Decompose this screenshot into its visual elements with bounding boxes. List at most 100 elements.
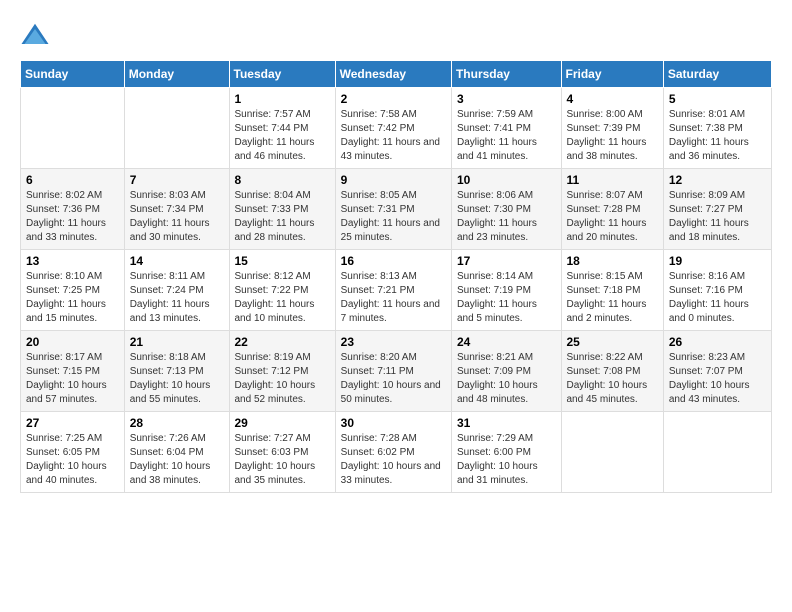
calendar-cell: 10 Sunrise: 8:06 AMSunset: 7:30 PMDaylig… — [451, 169, 561, 250]
calendar-cell — [561, 412, 663, 493]
calendar-cell: 21 Sunrise: 8:18 AMSunset: 7:13 PMDaylig… — [124, 331, 229, 412]
day-info: Sunrise: 8:04 AMSunset: 7:33 PMDaylight:… — [235, 189, 330, 245]
day-info: Sunrise: 7:25 AMSunset: 6:05 PMDaylight:… — [26, 432, 119, 488]
day-info: Sunrise: 8:09 AMSunset: 7:27 PMDaylight:… — [669, 189, 766, 245]
calendar-cell — [21, 88, 125, 169]
day-info: Sunrise: 8:05 AMSunset: 7:31 PMDaylight:… — [341, 189, 446, 245]
day-number: 29 — [235, 416, 330, 430]
calendar-week-row: 13 Sunrise: 8:10 AMSunset: 7:25 PMDaylig… — [21, 250, 772, 331]
day-number: 9 — [341, 173, 446, 187]
day-info: Sunrise: 8:11 AMSunset: 7:24 PMDaylight:… — [130, 270, 224, 326]
day-number: 12 — [669, 173, 766, 187]
day-info: Sunrise: 8:17 AMSunset: 7:15 PMDaylight:… — [26, 351, 119, 407]
day-number: 16 — [341, 254, 446, 268]
day-number: 3 — [457, 92, 556, 106]
day-info: Sunrise: 8:21 AMSunset: 7:09 PMDaylight:… — [457, 351, 556, 407]
day-info: Sunrise: 8:18 AMSunset: 7:13 PMDaylight:… — [130, 351, 224, 407]
day-number: 4 — [567, 92, 658, 106]
calendar-cell: 19 Sunrise: 8:16 AMSunset: 7:16 PMDaylig… — [663, 250, 771, 331]
day-number: 17 — [457, 254, 556, 268]
day-info: Sunrise: 8:10 AMSunset: 7:25 PMDaylight:… — [26, 270, 119, 326]
calendar-cell: 29 Sunrise: 7:27 AMSunset: 6:03 PMDaylig… — [229, 412, 335, 493]
weekday-header: Thursday — [451, 61, 561, 88]
day-info: Sunrise: 8:16 AMSunset: 7:16 PMDaylight:… — [669, 270, 766, 326]
day-number: 8 — [235, 173, 330, 187]
day-info: Sunrise: 8:12 AMSunset: 7:22 PMDaylight:… — [235, 270, 330, 326]
calendar-cell: 14 Sunrise: 8:11 AMSunset: 7:24 PMDaylig… — [124, 250, 229, 331]
day-number: 10 — [457, 173, 556, 187]
calendar-cell: 23 Sunrise: 8:20 AMSunset: 7:11 PMDaylig… — [335, 331, 451, 412]
weekday-header: Tuesday — [229, 61, 335, 88]
day-number: 5 — [669, 92, 766, 106]
calendar-week-row: 27 Sunrise: 7:25 AMSunset: 6:05 PMDaylig… — [21, 412, 772, 493]
day-info: Sunrise: 7:57 AMSunset: 7:44 PMDaylight:… — [235, 108, 330, 164]
day-info: Sunrise: 8:07 AMSunset: 7:28 PMDaylight:… — [567, 189, 658, 245]
calendar-cell: 31 Sunrise: 7:29 AMSunset: 6:00 PMDaylig… — [451, 412, 561, 493]
calendar-cell: 27 Sunrise: 7:25 AMSunset: 6:05 PMDaylig… — [21, 412, 125, 493]
day-number: 25 — [567, 335, 658, 349]
calendar-cell — [124, 88, 229, 169]
calendar-cell: 24 Sunrise: 8:21 AMSunset: 7:09 PMDaylig… — [451, 331, 561, 412]
calendar-cell: 2 Sunrise: 7:58 AMSunset: 7:42 PMDayligh… — [335, 88, 451, 169]
day-number: 7 — [130, 173, 224, 187]
weekday-header-row: SundayMondayTuesdayWednesdayThursdayFrid… — [21, 61, 772, 88]
day-number: 24 — [457, 335, 556, 349]
calendar-cell: 22 Sunrise: 8:19 AMSunset: 7:12 PMDaylig… — [229, 331, 335, 412]
day-info: Sunrise: 8:06 AMSunset: 7:30 PMDaylight:… — [457, 189, 556, 245]
page-header — [20, 20, 772, 50]
calendar-week-row: 6 Sunrise: 8:02 AMSunset: 7:36 PMDayligh… — [21, 169, 772, 250]
day-info: Sunrise: 8:20 AMSunset: 7:11 PMDaylight:… — [341, 351, 446, 407]
calendar-week-row: 1 Sunrise: 7:57 AMSunset: 7:44 PMDayligh… — [21, 88, 772, 169]
day-info: Sunrise: 7:28 AMSunset: 6:02 PMDaylight:… — [341, 432, 446, 488]
day-info: Sunrise: 7:58 AMSunset: 7:42 PMDaylight:… — [341, 108, 446, 164]
day-info: Sunrise: 8:19 AMSunset: 7:12 PMDaylight:… — [235, 351, 330, 407]
calendar-cell: 17 Sunrise: 8:14 AMSunset: 7:19 PMDaylig… — [451, 250, 561, 331]
calendar-cell: 30 Sunrise: 7:28 AMSunset: 6:02 PMDaylig… — [335, 412, 451, 493]
day-info: Sunrise: 8:13 AMSunset: 7:21 PMDaylight:… — [341, 270, 446, 326]
day-info: Sunrise: 8:14 AMSunset: 7:19 PMDaylight:… — [457, 270, 556, 326]
logo — [20, 20, 54, 50]
calendar-cell: 20 Sunrise: 8:17 AMSunset: 7:15 PMDaylig… — [21, 331, 125, 412]
day-number: 13 — [26, 254, 119, 268]
day-number: 27 — [26, 416, 119, 430]
weekday-header: Wednesday — [335, 61, 451, 88]
weekday-header: Friday — [561, 61, 663, 88]
day-number: 11 — [567, 173, 658, 187]
calendar-cell: 13 Sunrise: 8:10 AMSunset: 7:25 PMDaylig… — [21, 250, 125, 331]
weekday-header: Saturday — [663, 61, 771, 88]
calendar-cell: 3 Sunrise: 7:59 AMSunset: 7:41 PMDayligh… — [451, 88, 561, 169]
day-number: 26 — [669, 335, 766, 349]
day-info: Sunrise: 7:59 AMSunset: 7:41 PMDaylight:… — [457, 108, 556, 164]
day-info: Sunrise: 8:02 AMSunset: 7:36 PMDaylight:… — [26, 189, 119, 245]
calendar-cell: 25 Sunrise: 8:22 AMSunset: 7:08 PMDaylig… — [561, 331, 663, 412]
day-info: Sunrise: 8:03 AMSunset: 7:34 PMDaylight:… — [130, 189, 224, 245]
day-number: 1 — [235, 92, 330, 106]
day-number: 23 — [341, 335, 446, 349]
calendar-cell: 5 Sunrise: 8:01 AMSunset: 7:38 PMDayligh… — [663, 88, 771, 169]
calendar-cell: 28 Sunrise: 7:26 AMSunset: 6:04 PMDaylig… — [124, 412, 229, 493]
weekday-header: Sunday — [21, 61, 125, 88]
day-number: 18 — [567, 254, 658, 268]
day-info: Sunrise: 7:27 AMSunset: 6:03 PMDaylight:… — [235, 432, 330, 488]
day-number: 21 — [130, 335, 224, 349]
calendar-cell — [663, 412, 771, 493]
calendar-cell: 9 Sunrise: 8:05 AMSunset: 7:31 PMDayligh… — [335, 169, 451, 250]
day-number: 19 — [669, 254, 766, 268]
calendar-cell: 16 Sunrise: 8:13 AMSunset: 7:21 PMDaylig… — [335, 250, 451, 331]
day-info: Sunrise: 8:01 AMSunset: 7:38 PMDaylight:… — [669, 108, 766, 164]
calendar-cell: 1 Sunrise: 7:57 AMSunset: 7:44 PMDayligh… — [229, 88, 335, 169]
day-number: 15 — [235, 254, 330, 268]
calendar-cell: 8 Sunrise: 8:04 AMSunset: 7:33 PMDayligh… — [229, 169, 335, 250]
day-info: Sunrise: 8:15 AMSunset: 7:18 PMDaylight:… — [567, 270, 658, 326]
calendar-cell: 26 Sunrise: 8:23 AMSunset: 7:07 PMDaylig… — [663, 331, 771, 412]
day-number: 30 — [341, 416, 446, 430]
calendar-cell: 7 Sunrise: 8:03 AMSunset: 7:34 PMDayligh… — [124, 169, 229, 250]
calendar-cell: 15 Sunrise: 8:12 AMSunset: 7:22 PMDaylig… — [229, 250, 335, 331]
calendar-table: SundayMondayTuesdayWednesdayThursdayFrid… — [20, 60, 772, 493]
calendar-cell: 18 Sunrise: 8:15 AMSunset: 7:18 PMDaylig… — [561, 250, 663, 331]
day-number: 20 — [26, 335, 119, 349]
day-info: Sunrise: 8:23 AMSunset: 7:07 PMDaylight:… — [669, 351, 766, 407]
calendar-cell: 11 Sunrise: 8:07 AMSunset: 7:28 PMDaylig… — [561, 169, 663, 250]
weekday-header: Monday — [124, 61, 229, 88]
day-number: 14 — [130, 254, 224, 268]
